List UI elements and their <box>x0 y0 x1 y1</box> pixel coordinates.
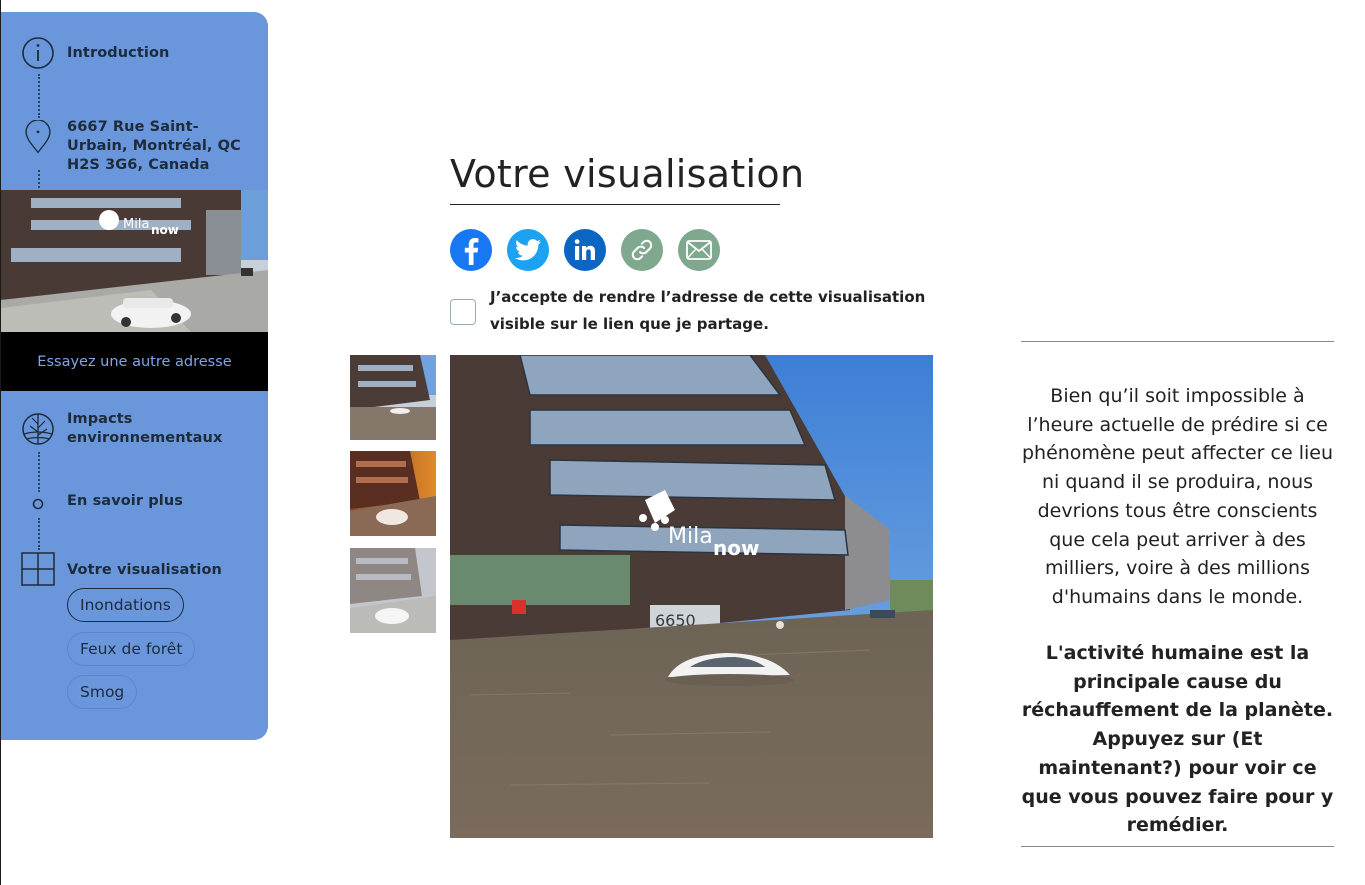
step-label-address: 6667 Rue Saint-Urbain, Montréal, QC H2S … <box>67 119 241 173</box>
try-another-address-label: Essayez une autre adresse <box>37 353 232 370</box>
twitter-share-button[interactable] <box>507 229 549 271</box>
street-view-photo: Mila now <box>1 190 268 332</box>
thumbnail-forest-fires[interactable] <box>350 451 436 536</box>
info-call-to-action: L'activité humaine est la principale cau… <box>1021 642 1334 837</box>
info-icon <box>22 37 54 69</box>
linkedin-icon <box>574 239 595 260</box>
link-icon <box>631 239 653 261</box>
step-connector <box>38 518 42 550</box>
info-top-divider <box>1021 341 1334 342</box>
step-introduction[interactable]: Introduction <box>1 36 268 72</box>
share-address-consent-label: J’accepte de rendre l’adresse de cette v… <box>490 288 926 333</box>
circle-dot-icon <box>32 498 44 510</box>
thumbnail-smog[interactable] <box>350 548 436 633</box>
step-label-introduction: Introduction <box>67 45 170 61</box>
tree-globe-icon <box>22 413 54 445</box>
info-paragraph: Bien qu’il soit impossible à l’heure act… <box>1021 385 1334 608</box>
step-visualisation[interactable]: Votre visualisation <box>1 552 268 588</box>
email-icon <box>686 240 712 260</box>
step-learn-more[interactable]: En savoir plus <box>1 492 268 516</box>
facebook-share-button[interactable] <box>450 229 492 271</box>
step-address[interactable]: 6667 Rue Saint-Urbain, Montréal, QC H2S … <box>1 116 268 173</box>
thumbnail-floods[interactable] <box>350 355 436 440</box>
location-pin-icon <box>25 120 51 154</box>
svg-text:now: now <box>151 223 179 237</box>
step-label-learn-more: En savoir plus <box>67 493 183 509</box>
sidebar: Introduction 6667 Rue Saint-Urbain, Mont… <box>1 12 268 740</box>
step-connector <box>38 74 42 118</box>
try-another-address-button[interactable]: Essayez une autre adresse <box>1 332 268 391</box>
share-buttons <box>450 229 720 271</box>
grid-icon <box>21 552 55 586</box>
title-underline <box>450 204 780 205</box>
facebook-icon <box>464 238 479 265</box>
step-label-visualisation: Votre visualisation <box>67 562 222 578</box>
page-title: Votre visualisation <box>450 152 805 196</box>
option-floods[interactable]: Inondations <box>67 588 184 622</box>
step-connector <box>38 170 42 188</box>
svg-text:Mila: Mila <box>668 524 713 549</box>
flood-visualisation-image: Mila now 6650 <box>450 355 933 838</box>
step-impacts[interactable]: Impacts environnementaux <box>1 410 268 450</box>
linkedin-share-button[interactable] <box>564 229 606 271</box>
step-label-impacts: Impacts environnementaux <box>67 411 223 446</box>
svg-text:now: now <box>713 536 759 560</box>
option-forest-fires[interactable]: Feux de forêt <box>67 632 196 666</box>
email-share-button[interactable] <box>678 229 720 271</box>
svg-text:Mila: Mila <box>123 217 149 232</box>
info-bottom-divider <box>1021 846 1334 847</box>
copy-link-button[interactable] <box>621 229 663 271</box>
twitter-icon <box>515 239 541 261</box>
step-connector <box>38 452 42 492</box>
share-address-checkbox[interactable] <box>450 299 476 325</box>
option-smog[interactable]: Smog <box>67 675 138 709</box>
